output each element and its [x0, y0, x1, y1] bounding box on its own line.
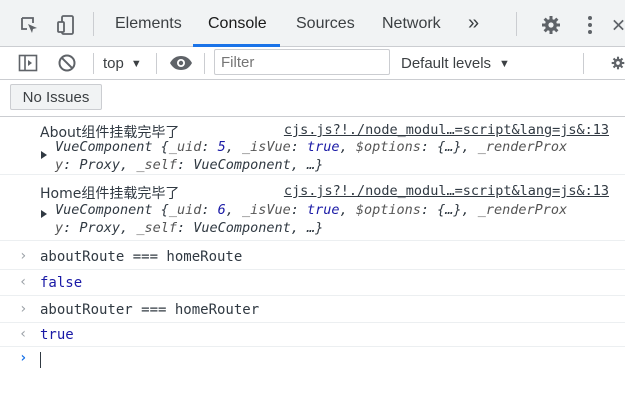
tab-sources[interactable]: Sources [296, 0, 355, 47]
property-value: true [307, 202, 340, 218]
toolbar-separator-3 [204, 53, 205, 74]
result-value: true [40, 327, 74, 343]
object-preview-line-1: VueComponent {_uid: 5, _isVue: true, $op… [55, 139, 568, 155]
object-preview-line-2: y: Proxy, _self: VueComponent, …} [55, 220, 324, 236]
console-settings-gear-icon[interactable] [611, 52, 625, 74]
tab-elements[interactable]: Elements [115, 0, 182, 47]
inspect-element-icon[interactable] [18, 14, 40, 36]
log-levels-dropdown[interactable]: Default levels ▼ [401, 47, 510, 80]
context-selector-label: top [103, 55, 124, 72]
object-tail: …} [307, 220, 324, 236]
property-value: Proxy [79, 220, 121, 236]
console-command: › aboutRouter === homeRouter [0, 297, 625, 323]
filter-input[interactable]: Filter [214, 49, 390, 75]
tabbar-separator [93, 12, 94, 36]
context-dropdown-icon: ▼ [130, 57, 142, 70]
property-key: _isVue [242, 202, 291, 218]
command-text: aboutRouter === homeRouter [40, 302, 260, 318]
console-command: › aboutRoute === homeRoute [0, 245, 625, 270]
no-issues-label: No Issues [22, 88, 90, 106]
log-text: Home组件挂载完毕了 [40, 186, 180, 202]
kebab-menu-icon[interactable] [584, 14, 596, 36]
property-value: 6 [217, 202, 226, 218]
property-key: _renderProx [477, 202, 568, 218]
result-value: false [40, 275, 83, 291]
input-prompt-icon: › [19, 301, 28, 317]
property-key: _uid [168, 202, 202, 218]
log-levels-label: Default levels [401, 55, 492, 72]
property-value: VueComponent [193, 157, 291, 173]
expand-object-icon[interactable] [41, 210, 47, 218]
no-issues-button[interactable]: No Issues [10, 84, 102, 110]
property-key: _uid [168, 139, 202, 155]
property-key: _renderProx [477, 139, 568, 155]
property-key: _isVue [242, 139, 291, 155]
property-value: Proxy [79, 157, 121, 173]
log-levels-dropdown-icon: ▼ [499, 57, 510, 70]
property-value: {…} [437, 202, 462, 218]
object-class: VueComponent [55, 139, 153, 155]
device-toolbar-icon[interactable] [55, 13, 77, 37]
tab-network[interactable]: Network [382, 0, 441, 47]
more-tabs-button[interactable]: » [468, 0, 479, 47]
tab-console[interactable]: Console [208, 0, 267, 47]
object-preview-line-2: y: Proxy, _self: VueComponent, …} [55, 157, 324, 173]
property-key: _self [136, 220, 177, 236]
toolbar-separator-2 [156, 53, 157, 74]
object-preview-line-1: VueComponent {_uid: 6, _isVue: true, $op… [55, 202, 568, 218]
source-link[interactable]: cjs.js?!./node_modul…=script&lang=js&:13 [284, 122, 609, 138]
property-key: $options [355, 139, 421, 155]
context-selector[interactable]: top ▼ [103, 47, 142, 80]
property-value: VueComponent [193, 220, 291, 236]
source-link[interactable]: cjs.js?!./node_modul…=script&lang=js&:13 [284, 183, 609, 199]
text-caret [40, 352, 41, 368]
console-result: ‹ true [0, 323, 625, 347]
clear-console-icon[interactable] [56, 52, 78, 74]
tab-elements-label: Elements [115, 14, 182, 32]
devtools-tabbar: Elements Console Sources Network » [0, 0, 625, 47]
object-class: VueComponent [55, 202, 153, 218]
object-tail: …} [307, 157, 324, 173]
command-text: aboutRoute === homeRoute [40, 249, 243, 265]
input-prompt-icon: › [19, 350, 28, 366]
live-expression-eye-icon[interactable] [168, 51, 194, 75]
filter-placeholder: Filter [221, 53, 255, 71]
property-key: y [55, 220, 64, 236]
expand-object-icon[interactable] [41, 151, 47, 159]
show-sidebar-icon[interactable] [17, 52, 39, 74]
property-value: {…} [437, 139, 462, 155]
result-prompt-icon: ‹ [19, 274, 28, 290]
tab-console-label: Console [208, 14, 267, 32]
tabbar-separator-right [516, 12, 517, 36]
input-prompt-icon: › [19, 248, 28, 264]
property-value: 5 [217, 139, 226, 155]
tab-network-label: Network [382, 14, 441, 32]
console-messages: About组件挂载完毕了 cjs.js?!./node_modul…=scrip… [0, 117, 625, 412]
console-log-message: Home组件挂载完毕了 cjs.js?!./node_modul…=script… [0, 179, 625, 241]
close-devtools-icon[interactable] [612, 15, 625, 35]
toolbar-separator [93, 53, 94, 74]
property-key: _self [136, 157, 177, 173]
property-key: $options [355, 202, 421, 218]
more-tabs-icon: » [468, 12, 480, 34]
toolbar-separator-4 [583, 53, 584, 74]
settings-gear-icon[interactable] [540, 14, 562, 36]
property-key: y [55, 157, 64, 173]
console-prompt[interactable]: › [0, 347, 625, 412]
property-value: true [307, 139, 340, 155]
console-result: ‹ false [0, 270, 625, 296]
tab-sources-label: Sources [296, 14, 355, 32]
result-prompt-icon: ‹ [19, 326, 28, 342]
console-log-message: About组件挂载完毕了 cjs.js?!./node_modul…=scrip… [0, 117, 625, 175]
